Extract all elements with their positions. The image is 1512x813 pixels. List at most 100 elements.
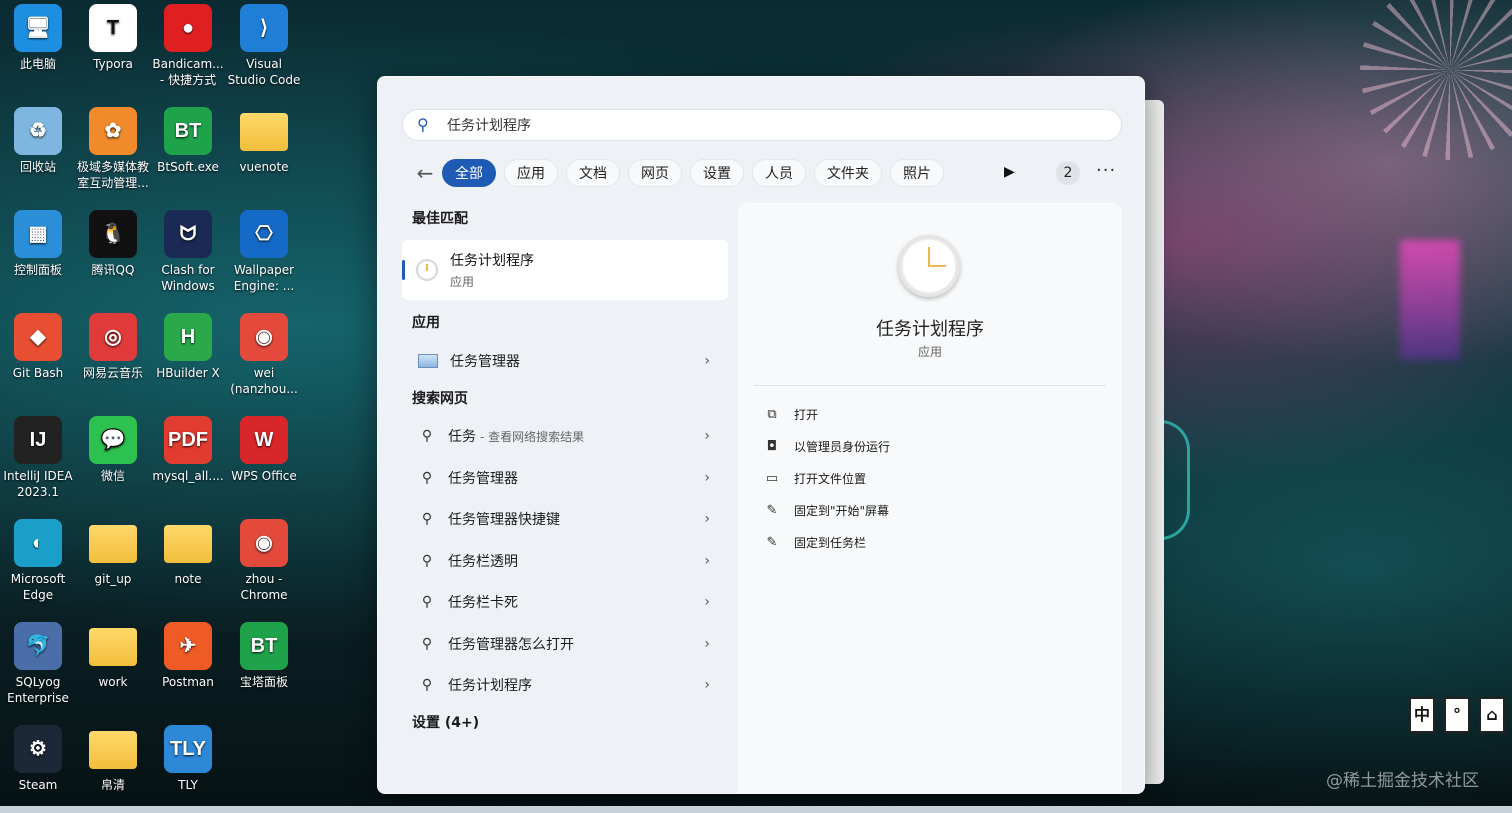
- chevron-right-icon[interactable]: ›: [704, 553, 710, 569]
- filter-chip[interactable]: 文件夹: [814, 159, 882, 187]
- desktop-icon[interactable]: T Typora: [75, 0, 151, 72]
- web-result-item[interactable]: ⚲ 任务管理器怎么打开 ›: [402, 623, 728, 665]
- web-result-item[interactable]: ⚲ 任务栏卡死 ›: [402, 582, 728, 624]
- desktop-icon[interactable]: ⚙ Steam: [0, 721, 76, 793]
- web-result-label: 任务管理器怎么打开: [448, 636, 574, 653]
- web-result-item[interactable]: ⚲ 任务管理器快捷键 ›: [402, 499, 728, 541]
- desktop-icon[interactable]: 🐬 SQLyog Enterprise: [0, 618, 76, 706]
- ime-chinese-button[interactable]: 中: [1409, 697, 1435, 733]
- filter-chip[interactable]: 设置: [690, 159, 744, 187]
- detail-action-label: 固定到"开始"屏幕: [794, 503, 890, 518]
- desktop-icon[interactable]: ◆ Git Bash: [0, 309, 76, 381]
- app-icon: 🐬: [14, 622, 62, 670]
- desktop-icon[interactable]: BT 宝塔面板: [226, 618, 302, 690]
- detail-action-label: 打开: [794, 408, 819, 423]
- play-icon[interactable]: ▶: [1004, 164, 1015, 180]
- chevron-right-icon[interactable]: ›: [704, 636, 710, 652]
- chevron-right-icon[interactable]: ›: [704, 428, 710, 444]
- wallpaper-wheel: [1360, 0, 1512, 160]
- web-result-item[interactable]: ⚲ 任务计划程序 ›: [402, 665, 728, 707]
- back-arrow-icon[interactable]: ←: [408, 158, 442, 188]
- desktop-icon[interactable]: ◎ 网易云音乐: [75, 309, 151, 381]
- web-result-label: 任务栏透明: [448, 553, 518, 570]
- best-match-item[interactable]: 任务计划程序 应用: [402, 240, 728, 300]
- desktop-icon[interactable]: ◐ Microsoft Edge: [0, 515, 76, 603]
- detail-action-label: 以管理员身份运行: [794, 440, 891, 455]
- desktop-icon[interactable]: ✈ Postman: [150, 618, 226, 690]
- desktop-icon[interactable]: ᗢ Clash for Windows: [150, 206, 226, 294]
- desktop-icon[interactable]: TLY TLY: [150, 721, 226, 793]
- apps-header: 应用: [412, 315, 440, 331]
- web-result-item[interactable]: ⚲ 任务栏透明 ›: [402, 540, 728, 582]
- desktop-icon[interactable]: ♻ 回收站: [0, 103, 76, 175]
- filter-chip[interactable]: 人员: [752, 159, 806, 187]
- chevron-right-icon[interactable]: ›: [704, 511, 710, 527]
- chevron-right-icon[interactable]: ›: [704, 470, 710, 486]
- desktop-icon[interactable]: BT BtSoft.exe: [150, 103, 226, 175]
- filter-chip[interactable]: 文档: [566, 159, 620, 187]
- desktop-icon-label: IntelliJ IDEA 2023.1: [3, 469, 73, 499]
- desktop-icon[interactable]: ✿ 极域多媒体教室互动管理...: [75, 103, 151, 191]
- filter-chip[interactable]: 网页: [628, 159, 682, 187]
- detail-action[interactable]: ⧉ 打开: [764, 399, 890, 431]
- desktop-icon[interactable]: ◉ wei (nanzhou...: [226, 309, 302, 397]
- desktop-icon[interactable]: 🐧 腾讯QQ: [75, 206, 151, 278]
- desktop-icon[interactable]: 帛清: [75, 721, 151, 793]
- desktop-icon[interactable]: IJ IntelliJ IDEA 2023.1: [0, 412, 76, 500]
- filter-chip[interactable]: 全部: [442, 159, 496, 187]
- app-item-label: 任务管理器: [450, 353, 520, 370]
- search-box[interactable]: ⚲: [402, 109, 1122, 141]
- chevron-right-icon[interactable]: ›: [704, 353, 710, 369]
- filter-chip[interactable]: 应用: [504, 159, 558, 187]
- app-icon: ◆: [14, 313, 62, 361]
- chevron-right-icon[interactable]: ›: [704, 677, 710, 693]
- chevron-right-icon[interactable]: ›: [704, 594, 710, 610]
- search-icon: ⚲: [421, 511, 433, 528]
- web-result-label: 任务栏卡死: [448, 595, 518, 612]
- desktop-icon[interactable]: ◉ zhou - Chrome: [226, 515, 302, 603]
- desktop-icon[interactable]: ● Bandicam... - 快捷方式: [150, 0, 226, 88]
- pin-icon: ✎: [766, 502, 778, 518]
- ime-settings-button[interactable]: ⌂: [1479, 697, 1505, 733]
- web-result-label: 任务管理器: [448, 470, 518, 487]
- desktop-icon-label: 回收站: [19, 160, 56, 174]
- desktop-icon[interactable]: PDF mysql_all....: [150, 412, 226, 484]
- watermark: @稀土掘金技术社区: [1326, 771, 1479, 791]
- ime-punctuation-button[interactable]: °: [1444, 697, 1470, 733]
- more-icon[interactable]: ···: [1096, 160, 1116, 181]
- detail-action[interactable]: ▭ 打开文件位置: [764, 463, 890, 495]
- desktop-icon-label: git_up: [94, 572, 132, 586]
- folder-icon: [240, 113, 288, 151]
- desktop-icon[interactable]: W WPS Office: [226, 412, 302, 484]
- filter-chip[interactable]: 照片: [890, 159, 944, 187]
- app-icon: ✈: [164, 622, 212, 670]
- count-badge[interactable]: 2: [1056, 161, 1080, 185]
- desktop-icon-label: Visual Studio Code: [227, 57, 301, 87]
- desktop-icon[interactable]: 🖥 此电脑: [0, 0, 76, 72]
- app-icon: 🐧: [89, 210, 137, 258]
- desktop-icon[interactable]: ⎔ Wallpaper Engine: ...: [226, 206, 302, 294]
- desktop-icon[interactable]: vuenote: [226, 103, 302, 175]
- desktop-icon[interactable]: ▦ 控制面板: [0, 206, 76, 278]
- detail-action[interactable]: ✎ 固定到任务栏: [764, 526, 890, 558]
- app-icon: PDF: [164, 416, 212, 464]
- detail-action[interactable]: ✎ 固定到"开始"屏幕: [764, 494, 890, 526]
- folder-icon: [89, 525, 137, 563]
- web-result-item[interactable]: ⚲ 任务管理器 ›: [402, 457, 728, 499]
- web-result-item[interactable]: ⚲ 任务 - 查看网络搜索结果 ›: [402, 416, 728, 458]
- desktop-icon[interactable]: note: [150, 515, 226, 587]
- app-icon: ◎: [89, 313, 137, 361]
- search-input[interactable]: [447, 117, 1087, 133]
- desktop-icon[interactable]: 💬 微信: [75, 412, 151, 484]
- app-item-task-manager[interactable]: 任务管理器 ›: [402, 340, 728, 382]
- best-match-subtitle: 应用: [450, 275, 475, 289]
- detail-action[interactable]: ◘ 以管理员身份运行: [764, 431, 890, 463]
- desktop-icon[interactable]: H HBuilder X: [150, 309, 226, 381]
- desktop-icon[interactable]: work: [75, 618, 151, 690]
- desktop-icon[interactable]: git_up: [75, 515, 151, 587]
- divider: [754, 385, 1106, 386]
- app-icon: W: [240, 416, 288, 464]
- desktop-icon[interactable]: ⟩ Visual Studio Code: [226, 0, 302, 88]
- best-match-title: 任务计划程序: [450, 253, 534, 269]
- settings-header[interactable]: 设置 (4+): [402, 706, 728, 740]
